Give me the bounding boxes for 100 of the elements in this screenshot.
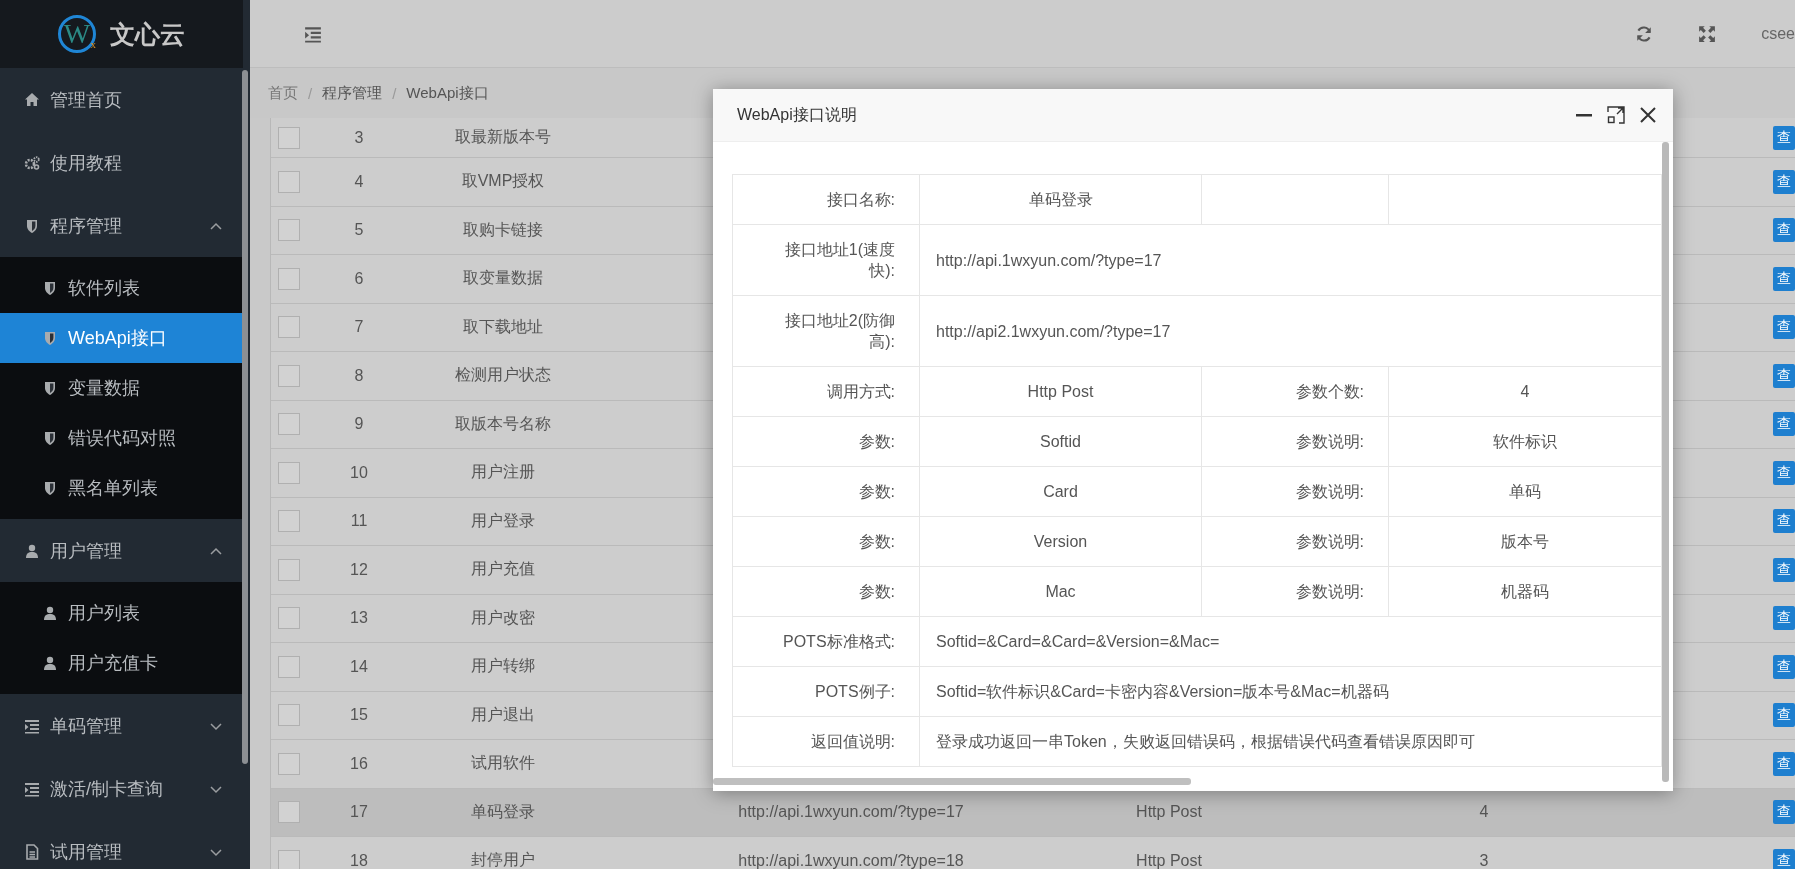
gears-icon xyxy=(24,154,40,171)
checkbox[interactable] xyxy=(278,413,300,436)
fullscreen-icon[interactable] xyxy=(1698,24,1717,43)
sidebar-item[interactable]: 激活/制卡查询 xyxy=(0,757,243,820)
checkbox[interactable] xyxy=(278,849,300,869)
sidebar-subitem[interactable]: WebApi接口 xyxy=(0,313,243,363)
table-cell-text: Http Post xyxy=(1135,803,1203,822)
sidebar-subitem[interactable]: 软件列表 xyxy=(0,263,243,313)
checkbox[interactable] xyxy=(278,316,300,339)
view-button[interactable]: 查 xyxy=(1773,266,1795,291)
view-button[interactable]: 查 xyxy=(1773,218,1795,243)
table-cell-text: 11 xyxy=(349,512,369,531)
table-cell-text: 4 xyxy=(1478,803,1490,822)
checkbox[interactable] xyxy=(278,219,300,242)
sidebar-subitem[interactable]: 黑名单列表 xyxy=(0,463,243,513)
table-cell-text: 取购卡链接 xyxy=(462,219,544,240)
checkbox[interactable] xyxy=(278,704,300,727)
sidebar-item[interactable]: 试用管理 xyxy=(0,820,243,869)
field-value: 软件标识 xyxy=(1388,416,1662,467)
view-button[interactable]: 查 xyxy=(1773,363,1795,388)
table-cell-text: 15 xyxy=(349,706,369,725)
checkbox[interactable] xyxy=(278,126,300,149)
brand-name: 文心云 xyxy=(110,18,185,50)
breadcrumb-link[interactable]: 程序管理 xyxy=(322,83,383,103)
table-cell-text: http://api.1wxyun.com/?type=17 xyxy=(737,803,965,822)
view-button[interactable]: 查 xyxy=(1773,315,1795,340)
home-icon xyxy=(24,91,40,108)
indent-list-icon xyxy=(24,717,40,734)
table-cell-text: 用户注册 xyxy=(470,462,536,483)
view-button[interactable]: 查 xyxy=(1773,412,1795,437)
sidebar-subitem[interactable]: 错误代码对照 xyxy=(0,413,243,463)
view-button[interactable]: 查 xyxy=(1773,848,1795,869)
view-button[interactable]: 查 xyxy=(1773,800,1795,825)
view-button[interactable]: 查 xyxy=(1773,751,1795,776)
scrollbar[interactable] xyxy=(242,70,248,764)
checkbox[interactable] xyxy=(278,655,300,678)
table-cell-text: 7 xyxy=(353,318,365,337)
sidebar-item[interactable]: 使用教程 xyxy=(0,131,243,194)
table-cell-text: 12 xyxy=(349,560,369,579)
close-icon[interactable] xyxy=(1639,106,1657,124)
view-button[interactable]: 查 xyxy=(1773,606,1795,631)
field-label: 参数: xyxy=(732,566,920,617)
user-name[interactable]: csee xyxy=(1761,24,1795,43)
view-button[interactable]: 查 xyxy=(1773,654,1795,679)
table-cell-text: Http Post xyxy=(1135,851,1203,869)
table-cell-text: 3 xyxy=(1478,851,1490,869)
table-cell-text: 取VMP授权 xyxy=(460,171,546,192)
sidebar-item[interactable]: 单码管理 xyxy=(0,694,243,757)
breadcrumb-link[interactable]: WebApi接口 xyxy=(406,83,489,103)
checkbox[interactable] xyxy=(278,364,300,387)
sidebar-subitem[interactable]: 用户充值卡 xyxy=(0,638,243,688)
view-button[interactable]: 查 xyxy=(1773,125,1795,150)
document-icon xyxy=(24,843,40,860)
field-label: 返回值说明: xyxy=(732,716,920,767)
field-label: 参数说明: xyxy=(1201,416,1389,467)
sidebar-subitem[interactable]: 用户列表 xyxy=(0,588,243,638)
scrollbar[interactable] xyxy=(713,778,1191,785)
field-label: POTS标准格式: xyxy=(732,616,920,667)
shield-icon xyxy=(42,280,58,296)
checkbox[interactable] xyxy=(278,801,300,824)
refresh-icon[interactable] xyxy=(1635,24,1654,43)
view-button[interactable]: 查 xyxy=(1773,509,1795,534)
view-button[interactable]: 查 xyxy=(1773,460,1795,485)
table-cell-text: 封停用户 xyxy=(470,850,536,869)
field-label: 参数: xyxy=(732,416,920,467)
breadcrumb-link[interactable]: 首页 xyxy=(268,83,298,103)
table-cell-text: 取变量数据 xyxy=(462,268,544,289)
checkbox[interactable] xyxy=(278,170,300,193)
sidebar-subitem[interactable]: 变量数据 xyxy=(0,363,243,413)
field-value: Softid xyxy=(919,416,1202,467)
checkbox[interactable] xyxy=(278,461,300,484)
sidebar-item[interactable]: 用户管理 xyxy=(0,519,243,582)
checkbox[interactable] xyxy=(278,752,300,775)
sidebar-item[interactable]: 管理首页 xyxy=(0,68,243,131)
field-label: 参数说明: xyxy=(1201,566,1389,617)
view-button[interactable]: 查 xyxy=(1773,169,1795,194)
checkbox[interactable] xyxy=(278,607,300,630)
field-label: 参数: xyxy=(732,466,920,517)
table-cell-text: 6 xyxy=(353,269,365,288)
checkbox[interactable] xyxy=(278,267,300,290)
table-cell-text: 9 xyxy=(353,415,365,434)
table-cell-text: http://api.1wxyun.com/?type=18 xyxy=(737,851,965,869)
shield-icon xyxy=(42,430,58,446)
checkbox[interactable] xyxy=(278,510,300,533)
view-button[interactable]: 查 xyxy=(1773,557,1795,582)
table-row[interactable]: 17 单码登录 http://api.1wxyun.com/?type=17 Http Post 4 查 xyxy=(271,788,1795,837)
field-label: POTS例子: xyxy=(732,666,920,717)
scrollbar[interactable] xyxy=(1662,142,1669,782)
menu-toggle-icon[interactable] xyxy=(304,24,322,43)
view-button[interactable]: 查 xyxy=(1773,703,1795,728)
field-value: Softid=&Card=&Card=&Version=&Mac= xyxy=(919,616,1662,667)
sidebar-item[interactable]: 程序管理 xyxy=(0,194,243,257)
table-cell-text: 试用软件 xyxy=(470,753,536,774)
field-value: 单码 xyxy=(1388,466,1662,517)
checkbox[interactable] xyxy=(278,558,300,581)
indent-list-icon xyxy=(24,780,40,797)
table-cell-text: 用户转绑 xyxy=(470,656,536,677)
maximize-icon[interactable] xyxy=(1607,106,1625,124)
table-row[interactable]: 18 封停用户 http://api.1wxyun.com/?type=18 Http Post 3 查 xyxy=(271,837,1795,869)
table-cell-text: 10 xyxy=(349,463,369,482)
